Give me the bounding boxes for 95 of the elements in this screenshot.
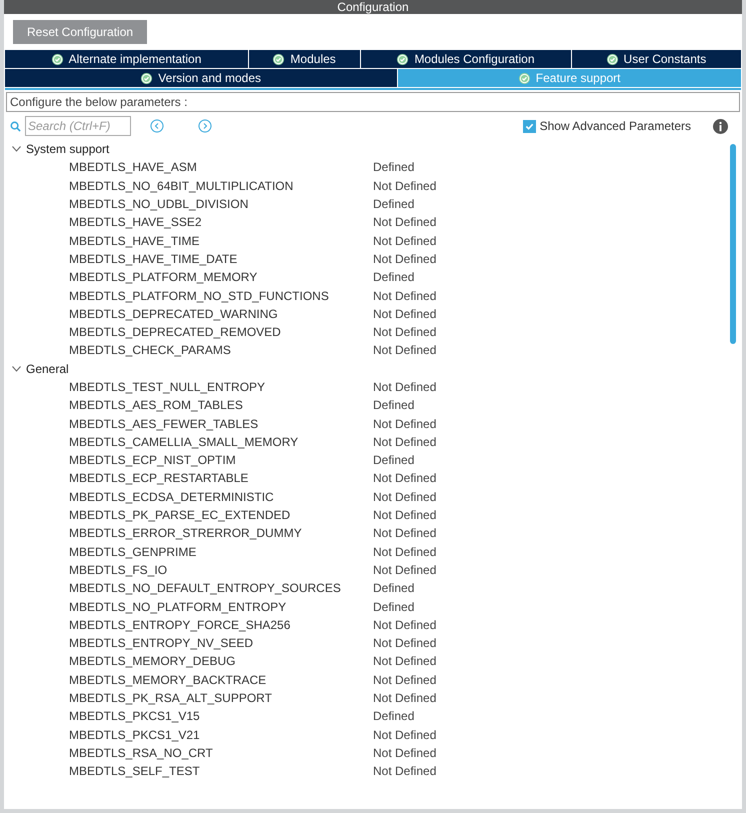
parameter-value: Not Defined bbox=[373, 306, 436, 321]
parameter-value: Defined bbox=[373, 600, 414, 614]
parameter-name[interactable]: MBEDTLS_MEMORY_DEBUG bbox=[69, 654, 373, 668]
parameter-value: Not Defined bbox=[373, 434, 436, 449]
parameter-value: Not Defined bbox=[373, 215, 436, 230]
chevron-icon bbox=[12, 146, 21, 152]
parameter-name[interactable]: MBEDTLS_GENPRIME bbox=[69, 544, 373, 559]
parameter-name[interactable]: MBEDTLS_ENTROPY_NV_SEED bbox=[69, 636, 373, 650]
parameter-name[interactable]: MBEDTLS_NO_PLATFORM_ENTROPY bbox=[69, 600, 373, 614]
previous-button[interactable] bbox=[149, 118, 165, 134]
parameter-value: Not Defined bbox=[373, 178, 436, 193]
parameter-value: Not Defined bbox=[373, 343, 436, 358]
parameter-name[interactable]: MBEDTLS_PLATFORM_NO_STD_FUNCTIONS bbox=[69, 288, 373, 303]
parameter-name[interactable]: MBEDTLS_NO_UDBL_DIVISION bbox=[69, 197, 373, 212]
parameter-name[interactable]: MBEDTLS_PK_RSA_ALT_SUPPORT bbox=[69, 691, 373, 706]
parameter-name[interactable]: MBEDTLS_CHECK_PARAMS bbox=[69, 343, 373, 358]
next-button[interactable] bbox=[197, 118, 213, 134]
parameter-name[interactable]: MBEDTLS_HAVE_TIME bbox=[69, 234, 373, 248]
parameter-value: Defined bbox=[373, 398, 414, 412]
parameter-name[interactable]: MBEDTLS_ECP_NIST_OPTIM bbox=[69, 453, 373, 468]
parameter-name[interactable]: MBEDTLS_ENTROPY_FORCE_SHA256 bbox=[69, 618, 373, 632]
chevron-right-icon bbox=[198, 119, 212, 133]
parameter-value: Not Defined bbox=[373, 380, 436, 394]
parameter-name[interactable]: MBEDTLS_AES_ROM_TABLES bbox=[69, 398, 373, 412]
parameter-value: Not Defined bbox=[373, 654, 436, 668]
parameter-name[interactable]: MBEDTLS_PKCS1_V15 bbox=[69, 709, 373, 724]
tab[interactable]: Modules bbox=[249, 50, 360, 68]
parameter-value: Not Defined bbox=[373, 618, 436, 632]
parameter-value: Defined bbox=[373, 270, 414, 284]
check-circle-icon bbox=[518, 72, 530, 84]
check-circle-icon bbox=[273, 54, 284, 64]
parameter-name[interactable]: MBEDTLS_ECDSA_DETERMINISTIC bbox=[69, 490, 373, 504]
advanced-checkbox[interactable] bbox=[522, 120, 536, 132]
parameter-value: Not Defined bbox=[373, 526, 436, 540]
parameter-name[interactable]: MBEDTLS_SELF_TEST bbox=[69, 764, 373, 778]
info-icon[interactable] bbox=[713, 118, 728, 134]
parameter-value: Not Defined bbox=[373, 691, 436, 706]
panel-title: Configuration bbox=[4, 0, 742, 14]
parameter-value: Defined bbox=[373, 197, 414, 212]
parameter-value: Not Defined bbox=[373, 416, 436, 431]
chevron-icon bbox=[12, 366, 21, 372]
parameter-name[interactable]: MBEDTLS_CAMELLIA_SMALL_MEMORY bbox=[69, 434, 373, 449]
parameter-value: Not Defined bbox=[373, 252, 436, 266]
tree-group[interactable]: General bbox=[12, 360, 730, 378]
parameter-value: Not Defined bbox=[373, 746, 436, 760]
checkbox-label: Show Advanced Parameters bbox=[540, 119, 691, 133]
parameter-name[interactable]: MBEDTLS_TEST_NULL_ENTROPY bbox=[69, 380, 373, 394]
tab[interactable]: Modules Configuration bbox=[361, 50, 571, 68]
tree-group[interactable]: System support bbox=[12, 140, 730, 158]
parameter-name[interactable]: MBEDTLS_NO_64BIT_MULTIPLICATION bbox=[69, 178, 373, 193]
parameter-name[interactable]: MBEDTLS_PLATFORM_MEMORY bbox=[69, 270, 373, 284]
group-label: General bbox=[26, 362, 69, 376]
parameter-value: Not Defined bbox=[373, 544, 436, 559]
parameter-value: Defined bbox=[373, 160, 414, 174]
parameter-name[interactable]: MBEDTLS_HAVE_SSE2 bbox=[69, 215, 373, 230]
group-label: System support bbox=[26, 142, 110, 156]
check-circle-icon bbox=[141, 72, 152, 84]
parameter-name[interactable]: MBEDTLS_NO_DEFAULT_ENTROPY_SOURCES bbox=[69, 581, 373, 596]
tab[interactable]: User Constants bbox=[572, 50, 741, 68]
scrollbar-thumb[interactable] bbox=[730, 144, 736, 344]
parameter-name[interactable]: MBEDTLS_AES_FEWER_TABLES bbox=[69, 416, 373, 431]
parameter-value: Not Defined bbox=[373, 672, 436, 687]
parameter-name[interactable]: MBEDTLS_MEMORY_BACKTRACE bbox=[69, 672, 373, 687]
chevron-left-icon bbox=[150, 119, 164, 133]
search-icon bbox=[10, 120, 21, 132]
parameter-value: Not Defined bbox=[373, 325, 436, 340]
parameter-value: Not Defined bbox=[373, 471, 436, 486]
parameter-name[interactable]: MBEDTLS_DEPRECATED_REMOVED bbox=[69, 325, 373, 340]
parameter-value: Defined bbox=[373, 453, 414, 468]
parameter-value: Defined bbox=[373, 581, 414, 596]
parameter-value: Defined bbox=[373, 709, 414, 724]
check-circle-icon bbox=[397, 54, 408, 64]
parameter-name[interactable]: MBEDTLS_PKCS1_V21 bbox=[69, 728, 373, 742]
parameter-value: Not Defined bbox=[373, 728, 436, 742]
parameter-name[interactable]: MBEDTLS_ECP_RESTARTABLE bbox=[69, 471, 373, 486]
parameter-name[interactable]: MBEDTLS_HAVE_ASM bbox=[69, 160, 373, 174]
check-circle-icon bbox=[606, 54, 618, 64]
parameter-value: Not Defined bbox=[373, 234, 436, 248]
parameter-name[interactable]: MBEDTLS_PK_PARSE_EC_EXTENDED bbox=[69, 508, 373, 522]
parameter-value: Not Defined bbox=[373, 490, 436, 504]
parameter-value: Not Defined bbox=[373, 636, 436, 650]
parameter-name[interactable]: MBEDTLS_RSA_NO_CRT bbox=[69, 746, 373, 760]
parameter-value: Not Defined bbox=[373, 288, 436, 303]
parameter-value: Not Defined bbox=[373, 764, 436, 778]
parameter-name[interactable]: MBEDTLS_ERROR_STRERROR_DUMMY bbox=[69, 526, 373, 540]
search-field[interactable]: Search (Ctrl+F) bbox=[25, 116, 131, 136]
parameter-name[interactable]: MBEDTLS_DEPRECATED_WARNING bbox=[69, 306, 373, 321]
tab[interactable]: Alternate implementation bbox=[5, 50, 248, 68]
parameter-value: Not Defined bbox=[373, 562, 436, 577]
check-circle-icon bbox=[52, 54, 63, 64]
description-field: Configure the below parameters : bbox=[6, 92, 740, 112]
parameter-value: Not Defined bbox=[373, 508, 436, 522]
parameter-name[interactable]: MBEDTLS_HAVE_TIME_DATE bbox=[69, 252, 373, 266]
parameter-name[interactable]: MBEDTLS_FS_IO bbox=[69, 562, 373, 577]
tab[interactable]: Version and modes bbox=[5, 69, 398, 87]
